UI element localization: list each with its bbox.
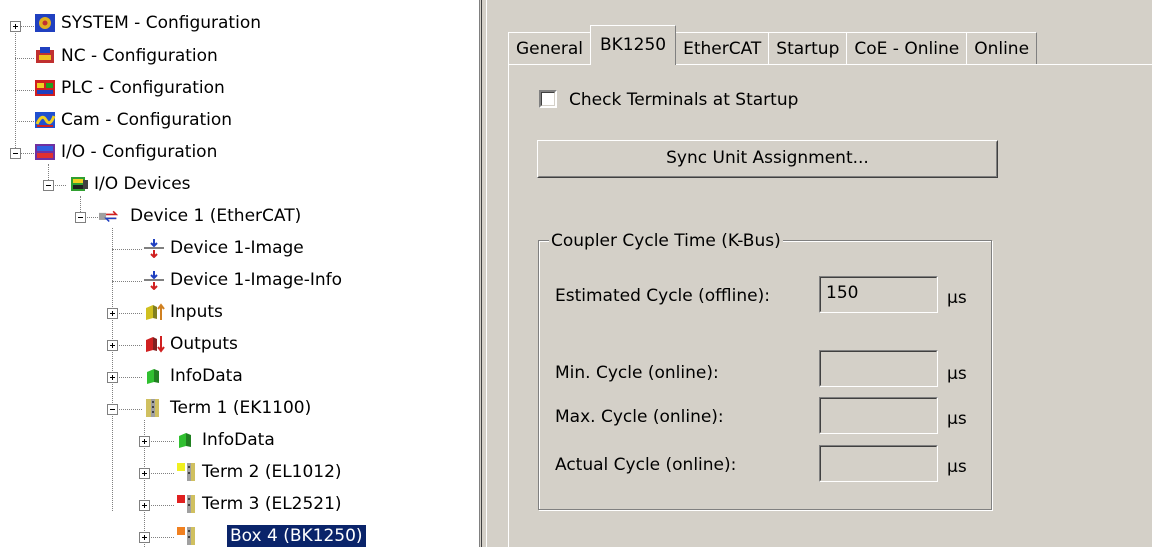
tree-line (15, 58, 34, 59)
expand-button[interactable] (107, 372, 118, 383)
collapse-button[interactable] (43, 180, 54, 191)
tree-item-nc-configuration[interactable]: NC - Configuration (58, 45, 221, 67)
tree-line (149, 441, 174, 442)
expand-button[interactable] (139, 500, 150, 511)
io-tree[interactable]: SYSTEM - Configuration NC - Configuratio… (0, 0, 462, 547)
min-cycle-unit: µs (947, 364, 967, 384)
actual-cycle-label: Actual Cycle (online): (555, 455, 737, 475)
nc-config-icon (36, 47, 54, 63)
tree-item-device-1-image[interactable]: Device 1-Image (167, 237, 307, 259)
tree-line (117, 345, 142, 346)
estimated-cycle-field: 150 (819, 276, 938, 313)
system-config-icon (35, 14, 55, 32)
pane-splitter[interactable] (479, 0, 487, 547)
collapse-button[interactable] (10, 148, 21, 159)
tree-line (15, 121, 34, 122)
tree-item-cam-configuration[interactable]: Cam - Configuration (58, 109, 235, 131)
actual-cycle-unit: µs (947, 457, 967, 477)
tree-item-term-1-infodata[interactable]: InfoData (199, 429, 278, 451)
max-cycle-unit: µs (947, 409, 967, 429)
expand-button[interactable] (107, 308, 118, 319)
tree-item-io-devices[interactable]: I/O Devices (91, 173, 194, 195)
tree-line (117, 313, 142, 314)
tab-ethercat[interactable]: EtherCAT (675, 32, 770, 65)
tree-line (112, 281, 142, 282)
tab-general[interactable]: General (508, 32, 591, 65)
tree-item-box-4[interactable]: Box 4 (BK1250) (227, 525, 366, 547)
terminal-red-icon (177, 495, 195, 513)
tree-item-term-2[interactable]: Term 2 (EL1012) (199, 461, 345, 483)
tree-line (117, 409, 142, 410)
io-devices-icon (71, 177, 88, 191)
tree-line (15, 26, 16, 152)
check-terminals-label[interactable]: Check Terminals at Startup (569, 89, 798, 111)
min-cycle-label: Min. Cycle (online): (555, 363, 719, 383)
min-cycle-field (819, 350, 938, 387)
expand-button[interactable] (139, 436, 150, 447)
tree-item-device-1[interactable]: Device 1 (EtherCAT) (127, 205, 304, 227)
tree-item-term-1[interactable]: Term 1 (EK1100) (167, 397, 314, 419)
max-cycle-label: Max. Cycle (online): (555, 407, 724, 427)
terminal-icon (146, 399, 159, 417)
terminal-orange-icon (177, 527, 195, 545)
expand-button[interactable] (139, 468, 150, 479)
ethercat-device-icon (99, 210, 119, 223)
tree-line (149, 505, 174, 506)
infodata-icon (179, 433, 191, 448)
max-cycle-field (819, 397, 938, 434)
tree-line (15, 90, 34, 91)
collapse-button[interactable] (75, 212, 86, 223)
actual-cycle-field (819, 445, 938, 482)
tree-line (20, 153, 34, 154)
tree-item-plc-configuration[interactable]: PLC - Configuration (58, 77, 228, 99)
tree-item-device-1-image-info[interactable]: Device 1-Image-Info (167, 269, 345, 291)
expand-button[interactable] (139, 532, 150, 543)
tree-line (117, 377, 142, 378)
collapse-button[interactable] (107, 404, 118, 415)
tree-line (149, 537, 174, 538)
outputs-icon (146, 336, 165, 353)
tree-line (20, 26, 34, 27)
process-image-icon (144, 271, 164, 290)
estimated-cycle-label: Estimated Cycle (offline): (555, 286, 770, 306)
tree-item-system-configuration[interactable]: SYSTEM - Configuration (58, 12, 264, 34)
terminal-yellow-icon (177, 463, 195, 481)
tab-startup[interactable]: Startup (768, 32, 848, 65)
tree-line (149, 473, 174, 474)
tab-strip: General BK1250 EtherCAT Startup CoE - On… (508, 25, 1038, 65)
tab-bk1250[interactable]: BK1250 (590, 25, 677, 65)
coupler-cycle-time-title: Coupler Cycle Time (K-Bus) (549, 230, 783, 252)
expand-button[interactable] (10, 21, 21, 32)
tree-line (112, 228, 113, 511)
tab-online[interactable]: Online (966, 32, 1038, 65)
inputs-icon (146, 303, 165, 320)
tree-line (112, 249, 142, 250)
expand-button[interactable] (107, 340, 118, 351)
cam-config-icon (35, 112, 56, 128)
check-terminals-checkbox[interactable] (539, 90, 557, 108)
io-config-icon (35, 144, 55, 160)
tree-item-outputs[interactable]: Outputs (167, 333, 241, 355)
plc-config-icon (35, 80, 55, 96)
tab-coe-online[interactable]: CoE - Online (846, 32, 968, 65)
sync-unit-assignment-button[interactable]: Sync Unit Assignment... (537, 140, 998, 178)
tree-line (53, 185, 66, 186)
tree-item-inputs[interactable]: Inputs (167, 301, 226, 323)
tree-line (85, 217, 98, 218)
tree-item-infodata[interactable]: InfoData (167, 365, 246, 387)
tree-item-term-3[interactable]: Term 3 (EL2521) (199, 493, 345, 515)
process-image-icon (144, 239, 164, 258)
infodata-icon (147, 369, 159, 384)
estimated-cycle-unit: µs (947, 288, 967, 308)
tree-item-io-configuration[interactable]: I/O - Configuration (58, 141, 220, 163)
